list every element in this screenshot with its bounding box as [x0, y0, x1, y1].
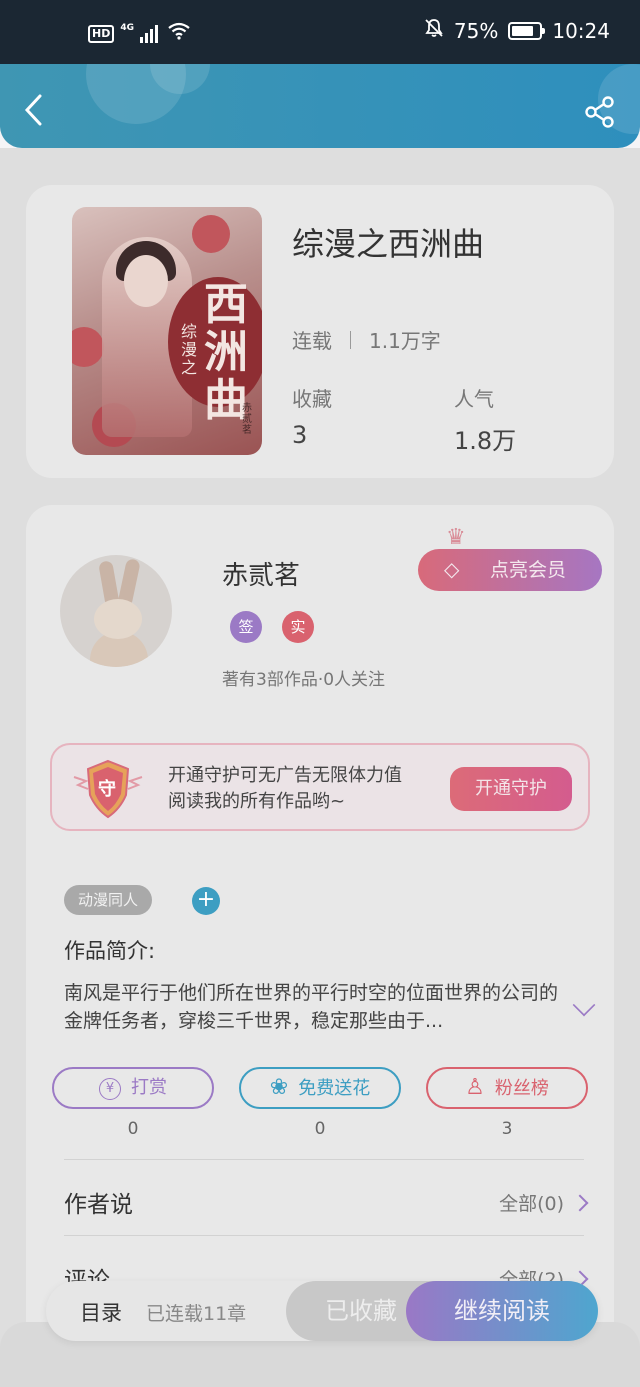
favorites-value: 3	[292, 421, 308, 449]
intro-text: 南风是平行于他们所在世界的平行时空的位面世界的公司的金牌任务者，穿梭三千世界，稳…	[64, 982, 559, 1032]
status-bar-right: 75% 10:24	[424, 18, 610, 43]
hd-icon: HD	[88, 24, 115, 43]
guard-banner: 守 开通守护可无广告无限体力值 阅读我的所有作品哟~ 开通守护	[50, 743, 590, 831]
signed-badge: 签	[230, 611, 262, 643]
battery-percent: 75%	[453, 18, 499, 43]
chevron-down-icon[interactable]	[572, 993, 596, 1017]
vip-button[interactable]: ◇ 点亮会员	[418, 549, 602, 591]
author-says-more[interactable]: 全部(0)	[499, 1189, 589, 1216]
person-icon: ♙	[465, 1075, 485, 1100]
author-name[interactable]: 赤贰茗	[222, 555, 300, 592]
signal-icon	[140, 24, 158, 43]
clock: 10:24	[552, 18, 610, 43]
author-says-title: 作者说	[64, 1192, 133, 1218]
book-meta: 连载 1.1万字	[292, 325, 441, 354]
chapter-count[interactable]: 已连载11章	[146, 1299, 246, 1326]
share-icon[interactable]	[584, 96, 616, 128]
divider	[64, 1235, 584, 1236]
flower-count: 0	[314, 1119, 326, 1139]
add-tag-button[interactable]: +	[192, 887, 220, 915]
open-guard-button[interactable]: 开通守护	[450, 767, 572, 811]
flower-icon: ❀	[269, 1075, 289, 1100]
meta-divider	[350, 330, 351, 349]
author-avatar[interactable]	[60, 555, 172, 667]
top-header	[0, 64, 640, 148]
fan-ranking-button[interactable]: ♙ 粉丝榜	[426, 1067, 588, 1109]
guard-shield-icon: 守	[73, 759, 143, 819]
favorites-label: 收藏	[292, 387, 332, 411]
yen-icon: ¥	[99, 1078, 121, 1100]
bottom-action-bar: 目录 已连载11章 已收藏 继续阅读	[46, 1281, 598, 1341]
send-flower-button[interactable]: ❀ 免费送花	[239, 1067, 401, 1109]
guard-text-line1: 开通守护可无广告无限体力值	[168, 765, 402, 786]
genre-tag[interactable]: 动漫同人	[64, 885, 153, 915]
toc-button[interactable]: 目录	[80, 1297, 122, 1327]
reward-label: 打赏	[131, 1077, 167, 1098]
continue-reading-button[interactable]: 继续阅读	[406, 1281, 598, 1341]
status-bar: HD 4G 75% 10:24	[0, 0, 640, 64]
book-status: 连载	[292, 329, 332, 353]
popularity-label: 人气	[454, 387, 494, 411]
vip-button-label: 点亮会员	[490, 559, 567, 581]
cover-subtitle: 综漫之	[180, 322, 197, 377]
reward-count: 0	[127, 1119, 139, 1139]
book-title: 综漫之西洲曲	[292, 225, 485, 263]
status-bar-left: HD 4G	[88, 22, 190, 45]
network-type: 4G	[120, 22, 134, 33]
divider	[64, 1159, 584, 1160]
wifi-icon	[168, 22, 190, 45]
book-word-count: 1.1万字	[369, 329, 441, 353]
chevron-right-icon	[571, 1194, 589, 1212]
author-says-more-label: 全部(0)	[499, 1193, 564, 1215]
crown-icon: ♛	[446, 525, 466, 550]
fan-ranking-label: 粉丝榜	[494, 1078, 549, 1099]
guard-text-line2: 阅读我的所有作品哟~	[168, 791, 346, 812]
fan-count: 3	[501, 1119, 513, 1139]
diamond-icon: ◇	[444, 557, 460, 581]
guard-text: 开通守护可无广告无限体力值 阅读我的所有作品哟~	[168, 763, 402, 815]
send-flower-label: 免费送花	[298, 1078, 371, 1099]
author-stats: 著有3部作品·0人关注	[222, 670, 386, 690]
battery-icon	[508, 21, 546, 40]
mute-bell-icon	[424, 18, 444, 43]
guard-shield-char: 守	[98, 779, 116, 800]
author-card: 赤贰茗 签 实 著有3部作品·0人关注 ♛ ◇ 点亮会员 守 开通守护可无广告无…	[26, 505, 614, 1387]
book-info-card: 西洲曲 综漫之 赤贰茗 综漫之西洲曲 连载 1.1万字 收藏 3 人气 1.8万	[26, 185, 614, 478]
cover-author: 赤贰茗	[242, 403, 252, 436]
book-cover-image[interactable]: 西洲曲 综漫之 赤贰茗	[72, 207, 262, 455]
back-button[interactable]	[22, 94, 48, 126]
reward-button[interactable]: ¥ 打赏	[52, 1067, 214, 1109]
popularity-value: 1.8万	[454, 427, 517, 455]
page-content: 西洲曲 综漫之 赤贰茗 综漫之西洲曲 连载 1.1万字 收藏 3 人气 1.8万…	[0, 148, 640, 1387]
verified-badge: 实	[282, 611, 314, 643]
intro-title: 作品简介:	[64, 939, 156, 963]
